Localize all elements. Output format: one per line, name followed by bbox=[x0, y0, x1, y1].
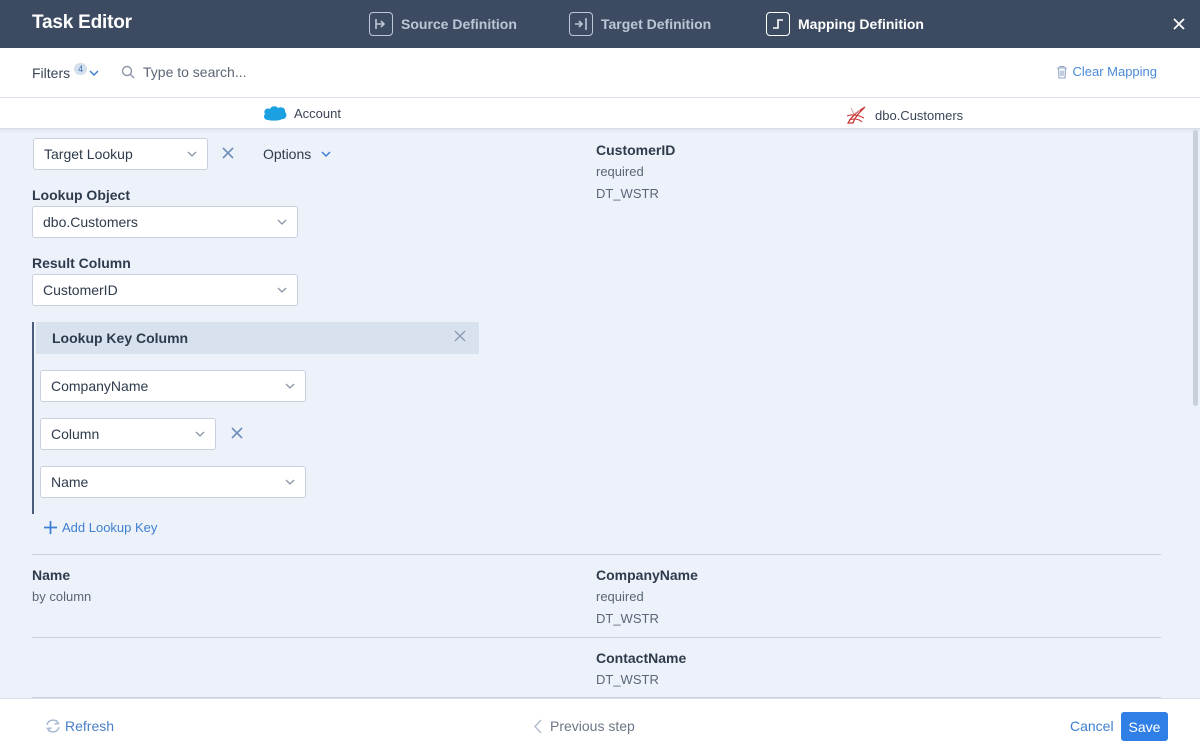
sql-server-icon bbox=[845, 104, 867, 126]
options-label: Options bbox=[263, 146, 312, 162]
source-object-name: Account bbox=[294, 105, 341, 121]
step-mapping-definition[interactable]: Mapping Definition bbox=[766, 11, 924, 37]
chevron-down-icon bbox=[89, 69, 99, 77]
app-header: Task Editor Source Definition Target Def… bbox=[0, 0, 1200, 48]
row-divider bbox=[32, 637, 1161, 638]
source-column-name[interactable]: Name bbox=[32, 567, 70, 583]
clear-mapping-type-icon[interactable] bbox=[221, 146, 235, 160]
refresh-label: Refresh bbox=[65, 718, 115, 734]
previous-step-label: Previous step bbox=[550, 718, 635, 734]
lookup-key-panel: Lookup Key Column CompanyName Column Nam… bbox=[32, 322, 479, 514]
step-label: Target Definition bbox=[601, 16, 712, 32]
target-object-name: dbo.Customers bbox=[875, 107, 964, 123]
target-column-type: DT_WSTR bbox=[596, 611, 659, 626]
salesforce-cloud-icon bbox=[262, 104, 288, 122]
remove-lookup-key-icon[interactable] bbox=[454, 330, 466, 342]
source-object: Account bbox=[262, 104, 341, 122]
key-source-select[interactable]: Name bbox=[40, 466, 306, 498]
source-definition-icon bbox=[369, 12, 393, 36]
source-column-mapping-type: by column bbox=[32, 589, 92, 604]
plus-icon bbox=[43, 520, 58, 535]
search-input[interactable] bbox=[143, 64, 443, 80]
key-column-select[interactable]: CompanyName bbox=[40, 370, 306, 402]
add-lookup-key-button[interactable]: Add Lookup Key bbox=[43, 520, 157, 535]
lookup-object-select[interactable]: dbo.Customers bbox=[32, 206, 298, 238]
app-title: Task Editor bbox=[32, 12, 132, 33]
previous-step-button[interactable]: Previous step bbox=[533, 718, 635, 734]
refresh-icon bbox=[44, 718, 62, 734]
result-column-label: Result Column bbox=[32, 255, 131, 271]
footer-bar: Refresh Previous step Cancel Save bbox=[0, 698, 1200, 754]
filters-label: Filters bbox=[32, 65, 71, 81]
filters-button[interactable]: Filters 4 bbox=[32, 63, 99, 81]
target-definition-icon bbox=[569, 12, 593, 36]
step-source-definition[interactable]: Source Definition bbox=[369, 11, 517, 37]
chevron-down-icon bbox=[321, 150, 331, 158]
target-column-name: CompanyName bbox=[596, 567, 698, 583]
target-object: dbo.Customers bbox=[845, 104, 963, 126]
key-type-select[interactable]: Column bbox=[40, 418, 216, 450]
select-value: Column bbox=[51, 426, 100, 442]
lookup-key-header: Lookup Key Column bbox=[36, 322, 479, 354]
target-column-type: DT_WSTR bbox=[596, 672, 659, 687]
select-value: dbo.Customers bbox=[43, 214, 138, 230]
select-value: CompanyName bbox=[51, 378, 149, 394]
target-column-required: required bbox=[596, 164, 644, 179]
row-divider bbox=[32, 554, 1161, 555]
result-column-select[interactable]: CustomerID bbox=[32, 274, 298, 306]
target-column-required: required bbox=[596, 589, 644, 604]
clear-mapping-button[interactable]: Clear Mapping bbox=[1056, 64, 1157, 79]
options-dropdown[interactable]: Options bbox=[263, 146, 331, 162]
clear-key-type-icon[interactable] bbox=[230, 426, 244, 440]
mapping-content: Target Lookup Options Lookup Object dbo.… bbox=[0, 130, 1190, 698]
refresh-button[interactable]: Refresh bbox=[44, 718, 114, 734]
step-label: Mapping Definition bbox=[798, 16, 924, 32]
chevron-down-icon bbox=[277, 287, 287, 293]
chevron-left-icon bbox=[533, 718, 542, 734]
chevron-down-icon bbox=[195, 431, 205, 437]
chevron-down-icon bbox=[187, 151, 197, 157]
step-target-definition[interactable]: Target Definition bbox=[569, 11, 711, 37]
close-icon[interactable] bbox=[1169, 14, 1189, 34]
target-column-type: DT_WSTR bbox=[596, 186, 659, 201]
search-box bbox=[121, 64, 443, 80]
trash-icon bbox=[1056, 65, 1068, 79]
chevron-down-icon bbox=[285, 479, 295, 485]
step-label: Source Definition bbox=[401, 16, 517, 32]
save-button[interactable]: Save bbox=[1121, 712, 1168, 741]
object-bar: Account dbo.Customers bbox=[0, 98, 1200, 129]
mapping-definition-icon bbox=[766, 12, 790, 36]
search-icon bbox=[121, 65, 135, 79]
target-column-name: CustomerID bbox=[596, 142, 676, 158]
toolbar: Filters 4 Clear Mapping bbox=[0, 48, 1200, 98]
add-lookup-key-label: Add Lookup Key bbox=[62, 520, 158, 535]
select-value: Target Lookup bbox=[44, 146, 133, 162]
select-value: Name bbox=[51, 474, 89, 490]
chevron-down-icon bbox=[285, 383, 295, 389]
lookup-key-title: Lookup Key Column bbox=[52, 330, 189, 346]
filters-count-badge: 4 bbox=[74, 63, 88, 75]
cancel-button[interactable]: Cancel bbox=[1070, 718, 1114, 734]
content-scrollbar[interactable] bbox=[1193, 130, 1198, 406]
select-value: CustomerID bbox=[43, 282, 118, 298]
lookup-object-label: Lookup Object bbox=[32, 187, 130, 203]
target-column-name: ContactName bbox=[596, 650, 687, 666]
mapping-type-select[interactable]: Target Lookup bbox=[33, 138, 208, 170]
chevron-down-icon bbox=[277, 219, 287, 225]
clear-mapping-label: Clear Mapping bbox=[1072, 64, 1157, 79]
